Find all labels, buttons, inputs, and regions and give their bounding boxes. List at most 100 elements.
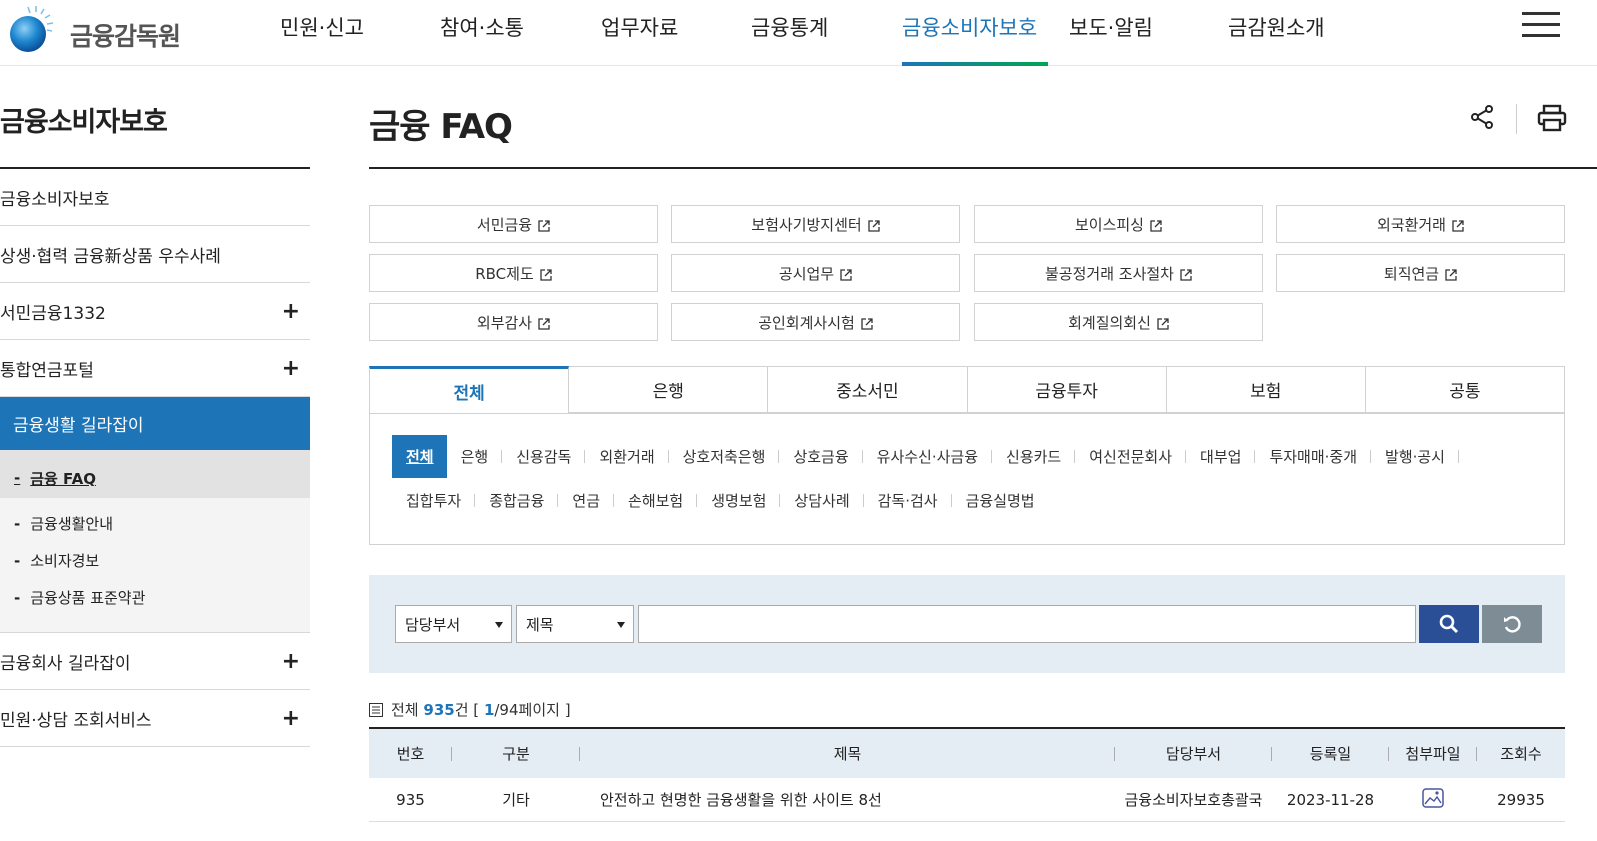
column-header-attachment: 첨부파일	[1389, 743, 1477, 764]
left-nav-item-company-guide[interactable]: 금융회사 길라잡이 +	[0, 633, 310, 690]
category-item[interactable]: 신용감독	[502, 446, 586, 467]
category-item[interactable]: 여신전문회사	[1075, 446, 1186, 467]
left-nav-item-pension-portal[interactable]: 통합연금포털 +	[0, 340, 310, 397]
category-item[interactable]: 집합투자	[392, 490, 476, 511]
count-unit: 건	[454, 701, 469, 719]
site-logo[interactable]: 금융감독원	[6, 4, 181, 54]
cell-date: 2023-11-28	[1286, 790, 1375, 809]
link-label: 퇴직연금	[1383, 264, 1440, 283]
image-file-icon[interactable]	[1422, 787, 1444, 808]
category-item[interactable]: 은행	[447, 446, 503, 467]
bracket-close: ]	[564, 700, 571, 719]
department-select[interactable]: 담당부서	[395, 605, 512, 643]
result-count: 전체 935 건 [ 1/94페이지 ]	[369, 699, 571, 720]
left-nav-item-inquiry-service[interactable]: 민원·상담 조회서비스 +	[0, 690, 310, 747]
link-label: 외부감사	[476, 313, 533, 332]
tab-common[interactable]: 공통	[1365, 366, 1566, 413]
link-button[interactable]: 공인회계사시험	[671, 303, 960, 341]
category-item[interactable]: 투자매매·중개	[1255, 446, 1371, 467]
link-button[interactable]: 퇴직연금	[1276, 254, 1565, 292]
gnb-item-participation[interactable]: 참여·소통	[440, 0, 601, 66]
left-nav-item-label: 금융회사 길라잡이	[0, 653, 131, 674]
search-icon	[1439, 614, 1459, 634]
column-header-type: 구분	[452, 743, 580, 764]
bracket-open: [	[473, 700, 480, 719]
sector-tabs: 전체 은행 중소서민 금융투자 보험 공통	[369, 366, 1566, 414]
external-link-icon	[840, 269, 852, 281]
count-total: 935	[423, 700, 455, 719]
gnb-item-resources[interactable]: 업무자료	[601, 0, 751, 66]
left-nav-item-consumer-protection[interactable]: 금융소비자보호	[0, 169, 310, 226]
left-nav-item-financial-life-guide[interactable]: 금융생활 길라잡이	[0, 397, 310, 450]
print-icon[interactable]	[1537, 104, 1567, 132]
cell-attachment[interactable]	[1389, 787, 1477, 812]
tab-all[interactable]: 전체	[369, 366, 570, 413]
submenu-item-guide[interactable]: - 금융생활안내	[0, 505, 310, 542]
tab-insurance[interactable]: 보험	[1166, 366, 1366, 413]
submenu-item-alerts[interactable]: - 소비자경보	[0, 542, 310, 579]
category-item[interactable]: 감독·검사	[864, 490, 952, 511]
category-item[interactable]: 금융실명법	[952, 490, 1049, 511]
search-input[interactable]	[638, 605, 1416, 643]
category-item[interactable]: 대부업	[1186, 446, 1256, 467]
category-item[interactable]: 상호저축은행	[669, 446, 780, 467]
link-button[interactable]: 공시업무	[671, 254, 960, 292]
category-item[interactable]: 연금	[558, 490, 614, 511]
search-button[interactable]	[1419, 605, 1479, 643]
gnb-item-statistics[interactable]: 금융통계	[751, 0, 902, 66]
gnb-item-complaint[interactable]: 민원·신고	[280, 0, 440, 66]
submenu-item-label: 금융상품 표준약관	[30, 589, 146, 607]
share-icon[interactable]	[1469, 104, 1495, 130]
left-nav-item-best-practices[interactable]: 상생·협력 금융新상품 우수사례	[0, 226, 310, 283]
gnb-item-consumer-protection[interactable]: 금융소비자보호	[902, 0, 1048, 66]
expand-plus-icon[interactable]: +	[282, 706, 300, 731]
expand-plus-icon[interactable]: +	[282, 356, 300, 381]
dash-marker: -	[14, 551, 21, 570]
gnb-item-press[interactable]: 보도·알림	[1069, 0, 1228, 66]
category-item[interactable]: 상담사례	[780, 490, 864, 511]
category-item[interactable]: 신용카드	[992, 446, 1076, 467]
category-item[interactable]: 생명보험	[697, 490, 781, 511]
cell-number: 935	[396, 790, 425, 809]
logo-globe-icon	[10, 6, 54, 52]
link-button[interactable]: 보험사기방지센터	[671, 205, 960, 243]
link-button[interactable]: 서민금융	[369, 205, 658, 243]
left-nav-item-1332[interactable]: 서민금융1332 +	[0, 283, 310, 340]
link-button[interactable]: 보이스피싱	[974, 205, 1263, 243]
category-item[interactable]: 상호금융	[779, 446, 863, 467]
external-link-icon	[861, 318, 873, 330]
table-row[interactable]: 935 기타 안전하고 현명한 금융생활을 위한 사이트 8선 금융소비자보호총…	[369, 778, 1565, 822]
tab-investment[interactable]: 금융투자	[967, 366, 1167, 413]
reset-button[interactable]	[1482, 605, 1542, 643]
current-page: 1	[483, 700, 495, 719]
link-button[interactable]: 불공정거래 조사절차	[974, 254, 1263, 292]
hamburger-menu-icon[interactable]	[1522, 12, 1560, 42]
category-item[interactable]: 외환거래	[585, 446, 669, 467]
submenu-item-faq[interactable]: - 금융 FAQ	[0, 450, 310, 498]
link-button[interactable]: 회계질의회신	[974, 303, 1263, 341]
expand-plus-icon[interactable]: +	[282, 649, 300, 674]
chevron-down-icon	[617, 622, 625, 628]
dash-marker: -	[14, 514, 21, 533]
dash-marker: -	[14, 469, 21, 487]
category-item[interactable]: 유사수신·사금융	[863, 446, 993, 467]
link-button[interactable]: 외국환거래	[1276, 205, 1565, 243]
submenu-item-standard-terms[interactable]: - 금융상품 표준약관	[0, 579, 310, 616]
category-item[interactable]: 손해보험	[614, 490, 698, 511]
tab-smb[interactable]: 중소서민	[768, 366, 968, 413]
field-select[interactable]: 제목	[516, 605, 634, 643]
global-nav: 민원·신고 참여·소통 업무자료 금융통계 금융소비자보호 보도·알림 금감원소…	[280, 0, 1358, 66]
expand-plus-icon[interactable]: +	[282, 299, 300, 324]
external-link-icon	[540, 269, 552, 281]
link-button[interactable]: RBC제도	[369, 254, 658, 292]
category-item[interactable]: 발행·공시	[1371, 446, 1459, 467]
category-all[interactable]: 전체	[392, 434, 447, 478]
cell-title-link[interactable]: 안전하고 현명한 금융생활을 위한 사이트 8선	[580, 789, 1115, 810]
select-value: 담당부서	[405, 615, 461, 634]
tab-bank[interactable]: 은행	[569, 366, 769, 413]
link-button[interactable]: 외부감사	[369, 303, 658, 341]
logo-text: 금융감독원	[70, 22, 181, 51]
category-item[interactable]: 종합금융	[475, 490, 559, 511]
gnb-item-about[interactable]: 금감원소개	[1228, 0, 1358, 66]
link-label: 보이스피싱	[1074, 215, 1144, 234]
